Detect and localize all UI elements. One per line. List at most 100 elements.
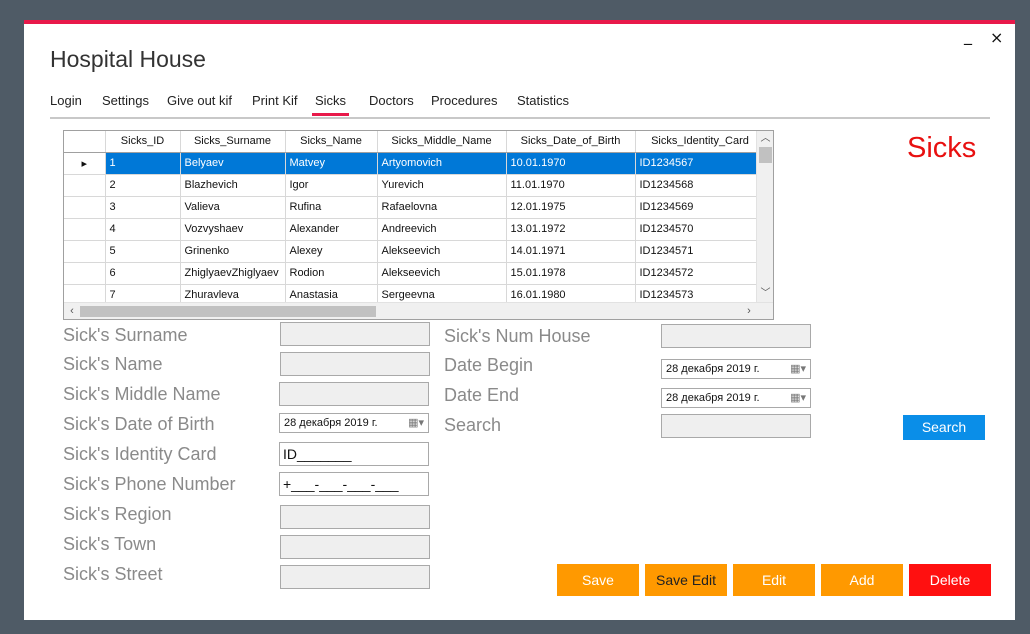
table-cell[interactable]: Rodion — [285, 262, 378, 285]
table-cell[interactable]: Grinenko — [180, 240, 286, 263]
table-cell[interactable]: 15.01.1978 — [506, 262, 636, 285]
table-cell[interactable]: ID1234571 — [635, 240, 766, 263]
num-house-label: Sick's Num House — [444, 326, 591, 346]
current-row-indicator[interactable]: ▸ — [64, 152, 106, 175]
calendar-dropdown-icon[interactable]: ▦▾ — [408, 416, 424, 429]
table-cell[interactable]: ID1234572 — [635, 262, 766, 285]
close-button[interactable]: × — [990, 28, 1003, 47]
phone-number-field[interactable]: +___-___-___-___ — [279, 472, 429, 496]
row-header[interactable] — [64, 196, 106, 219]
table-cell[interactable]: Alekseevich — [377, 240, 507, 263]
minimize-button[interactable]: _ — [964, 26, 972, 45]
column-header[interactable]: Sicks_Date_of_Birth — [506, 131, 636, 153]
table-cell[interactable]: Belyaev — [180, 152, 286, 175]
num-house-field[interactable] — [661, 324, 811, 348]
table-cell[interactable]: Vozvyshaev — [180, 218, 286, 241]
table-cell[interactable]: Artyomovich — [377, 152, 507, 175]
town-field[interactable] — [280, 535, 430, 559]
tab-statistics[interactable]: Statistics — [517, 92, 569, 116]
name-field[interactable] — [280, 352, 430, 376]
date-of-birth-picker[interactable]: 28 декабря 2019 г. ▦▾ — [279, 413, 429, 433]
column-header[interactable]: Sicks_Surname — [180, 131, 286, 153]
table-row[interactable]: 3 Valieva Rufina Rafaelovna 12.01.1975 I… — [64, 196, 766, 219]
add-button[interactable]: Add — [821, 564, 903, 596]
table-cell[interactable]: Blazhevich — [180, 174, 286, 197]
street-field[interactable] — [280, 565, 430, 589]
table-cell[interactable]: 1 — [105, 152, 181, 175]
middle-name-label: Sick's Middle Name — [63, 384, 221, 404]
table-cell[interactable]: 6 — [105, 262, 181, 285]
tab-doctors[interactable]: Doctors — [369, 92, 414, 116]
delete-button[interactable]: Delete — [909, 564, 991, 596]
row-header[interactable] — [64, 262, 106, 285]
tab-sicks[interactable]: Sicks — [312, 92, 350, 116]
scroll-up-icon[interactable]: ︿ — [757, 131, 773, 147]
table-cell[interactable]: Alexey — [285, 240, 378, 263]
table-row[interactable]: 4 Vozvyshaev Alexander Andreevich 13.01.… — [64, 218, 766, 241]
surname-label: Sick's Surname — [63, 325, 188, 345]
table-cell[interactable]: Alekseevich — [377, 262, 507, 285]
column-header[interactable]: Sicks_Middle_Name — [377, 131, 507, 153]
table-cell[interactable]: ID1234567 — [635, 152, 766, 175]
table-cell[interactable]: Rafaelovna — [377, 196, 507, 219]
save-button[interactable]: Save — [557, 564, 639, 596]
table-row[interactable]: 2 Blazhevich Igor Yurevich 11.01.1970 ID… — [64, 174, 766, 197]
scroll-down-icon[interactable]: ﹀ — [757, 286, 773, 302]
row-header[interactable] — [64, 174, 106, 197]
calendar-dropdown-icon[interactable]: ▦▾ — [790, 391, 806, 404]
row-header[interactable] — [64, 218, 106, 241]
table-cell[interactable]: ID1234568 — [635, 174, 766, 197]
scroll-left-icon[interactable]: ‹ — [64, 303, 80, 319]
scroll-right-icon[interactable]: › — [741, 303, 757, 319]
calendar-dropdown-icon[interactable]: ▦▾ — [790, 362, 806, 375]
table-cell[interactable]: Valieva — [180, 196, 286, 219]
search-field[interactable] — [661, 414, 811, 438]
table-cell[interactable]: ZhiglyaevZhiglyaev — [180, 262, 286, 285]
table-cell[interactable]: Igor — [285, 174, 378, 197]
table-row[interactable]: 6 ZhiglyaevZhiglyaev Rodion Alekseevich … — [64, 262, 766, 285]
sicks-data-grid[interactable]: Sicks_ID Sicks_Surname Sicks_Name Sicks_… — [63, 130, 774, 320]
table-cell[interactable]: Matvey — [285, 152, 378, 175]
date-end-picker[interactable]: 28 декабря 2019 г. ▦▾ — [661, 388, 811, 408]
table-cell[interactable]: Andreevich — [377, 218, 507, 241]
table-cell[interactable]: 3 — [105, 196, 181, 219]
save-edit-button[interactable]: Save Edit — [645, 564, 727, 596]
column-header[interactable]: Sicks_Identity_Card — [635, 131, 766, 153]
table-cell[interactable]: 5 — [105, 240, 181, 263]
town-label: Sick's Town — [63, 534, 157, 554]
table-cell[interactable]: 4 — [105, 218, 181, 241]
search-button[interactable]: Search — [903, 415, 985, 440]
identity-card-field[interactable]: ID_______ — [279, 442, 429, 466]
row-header[interactable] — [64, 240, 106, 263]
table-row[interactable]: ▸ 1 Belyaev Matvey Artyomovich 10.01.197… — [64, 152, 766, 175]
middle-name-field[interactable] — [279, 382, 429, 406]
region-field[interactable] — [280, 505, 430, 529]
tab-settings[interactable]: Settings — [102, 92, 149, 116]
table-cell[interactable]: 11.01.1970 — [506, 174, 636, 197]
column-header[interactable]: Sicks_ID — [105, 131, 181, 153]
table-cell[interactable]: Alexander — [285, 218, 378, 241]
horizontal-scroll-thumb[interactable] — [80, 306, 376, 317]
tab-print-kif[interactable]: Print Kif — [252, 92, 298, 116]
horizontal-scrollbar[interactable]: ‹ › — [64, 302, 773, 319]
edit-button[interactable]: Edit — [733, 564, 815, 596]
tab-procedures[interactable]: Procedures — [431, 92, 497, 116]
table-cell[interactable]: ID1234570 — [635, 218, 766, 241]
table-cell[interactable]: 2 — [105, 174, 181, 197]
table-cell[interactable]: 14.01.1971 — [506, 240, 636, 263]
table-cell[interactable]: 12.01.1975 — [506, 196, 636, 219]
date-begin-label: Date Begin — [444, 355, 534, 375]
tab-login[interactable]: Login — [50, 92, 82, 116]
table-row[interactable]: 5 Grinenko Alexey Alekseevich 14.01.1971… — [64, 240, 766, 263]
table-cell[interactable]: 10.01.1970 — [506, 152, 636, 175]
table-cell[interactable]: Yurevich — [377, 174, 507, 197]
table-cell[interactable]: 13.01.1972 — [506, 218, 636, 241]
table-cell[interactable]: Rufina — [285, 196, 378, 219]
vertical-scrollbar[interactable]: ︿ ﹀ — [756, 131, 773, 302]
date-begin-picker[interactable]: 28 декабря 2019 г. ▦▾ — [661, 359, 811, 379]
vertical-scroll-thumb[interactable] — [759, 147, 772, 163]
surname-field[interactable] — [280, 322, 430, 346]
table-cell[interactable]: ID1234569 — [635, 196, 766, 219]
column-header[interactable]: Sicks_Name — [285, 131, 378, 153]
tab-give-out-kif[interactable]: Give out kif — [167, 92, 232, 116]
